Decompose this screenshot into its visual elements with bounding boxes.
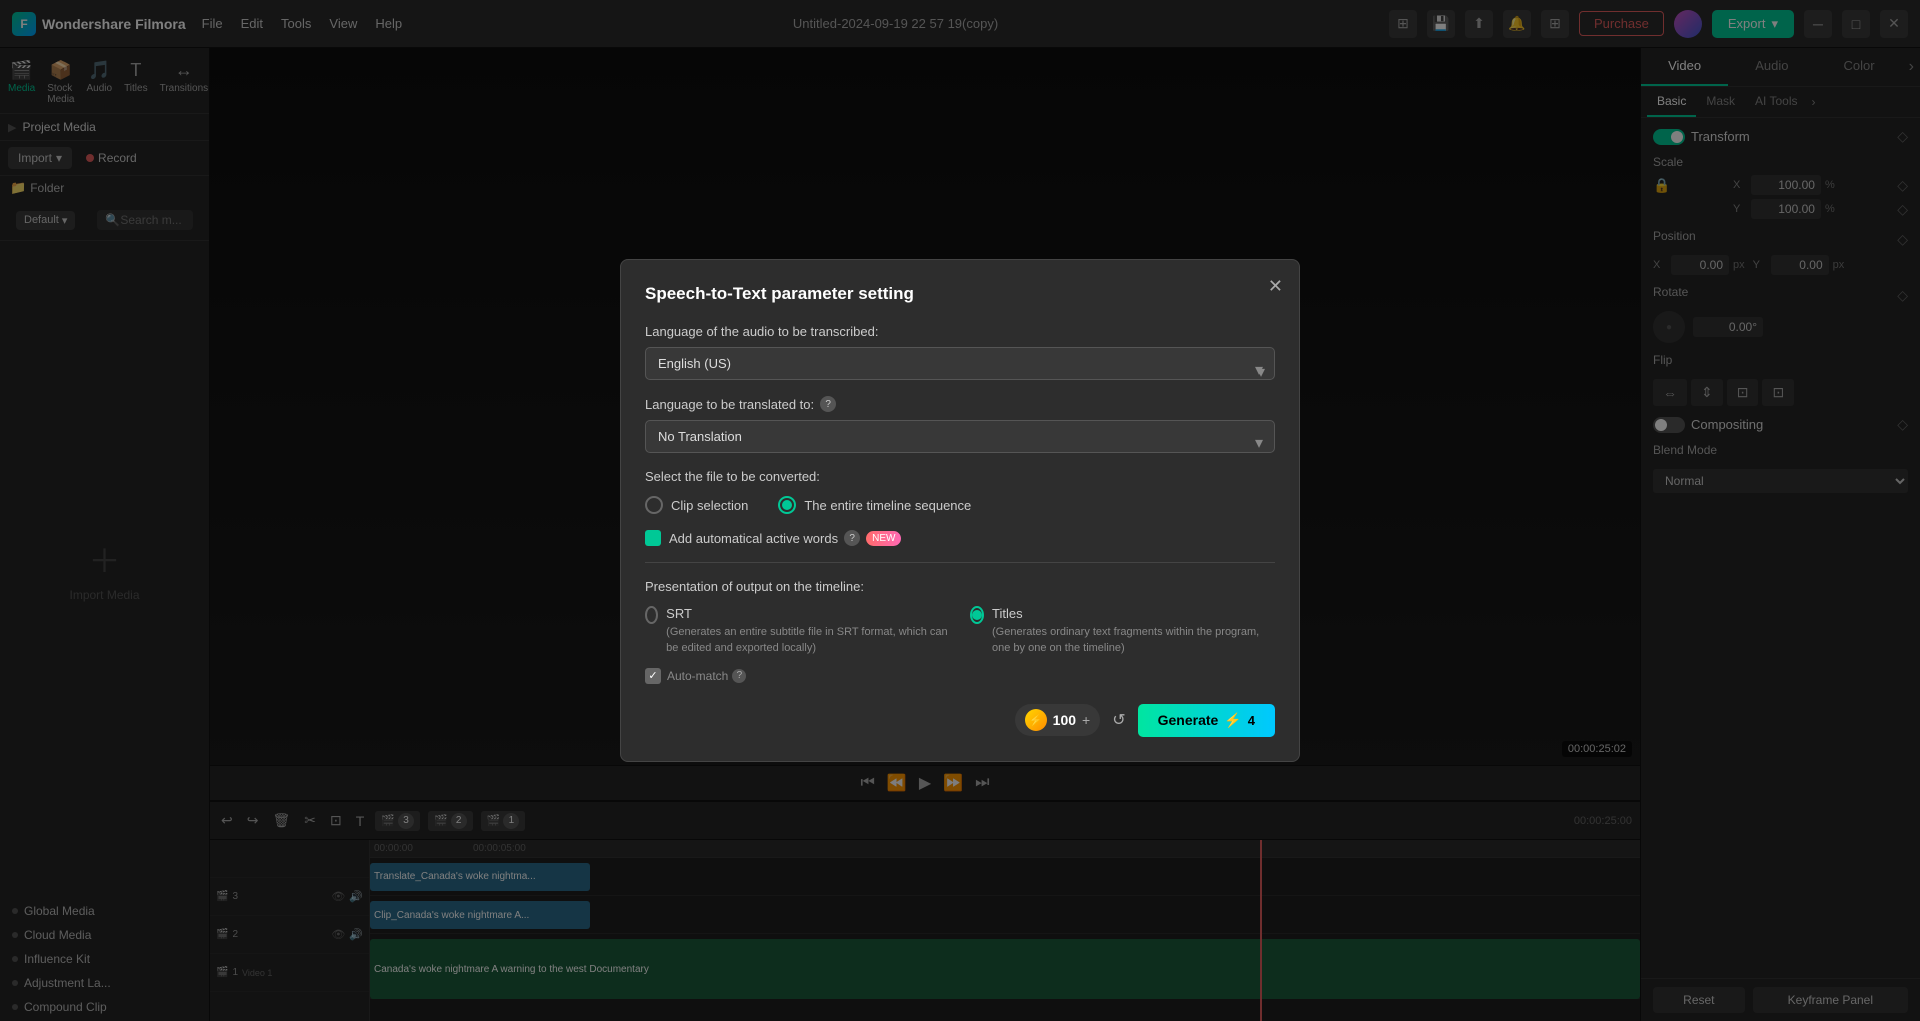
divider [645, 562, 1275, 563]
srt-option[interactable]: SRT (Generates an entire subtitle file i… [645, 606, 950, 656]
auto-match-info: ? [732, 669, 746, 683]
timeline-sequence-option[interactable]: The entire timeline sequence [778, 496, 971, 514]
file-label: Select the file to be converted: [645, 469, 1275, 484]
lang-label: Language of the audio to be transcribed: [645, 324, 1275, 339]
translate-label: Language to be translated to: ? [645, 396, 1275, 412]
titles-option-col: Titles (Generates ordinary text fragment… [970, 606, 1275, 656]
auto-match-checkbox[interactable]: ✓ [645, 668, 661, 684]
modal-footer: ⚡ 100 + ↺ Generate ⚡ 4 [645, 704, 1275, 737]
credit-display: ⚡ 100 + [1015, 704, 1101, 736]
presentation-label: Presentation of output on the timeline: [645, 579, 1275, 594]
generate-button[interactable]: Generate ⚡ 4 [1138, 704, 1275, 737]
modal-close-button[interactable]: ✕ [1268, 276, 1283, 297]
translate-select[interactable]: No Translation [645, 420, 1275, 453]
language-select[interactable]: English (US) [645, 347, 1275, 380]
auto-words-info: ? [844, 530, 860, 546]
auto-match-label: Auto-match ? [667, 669, 746, 683]
generate-bolt-icon: ⚡ [1224, 712, 1241, 729]
new-badge: NEW [866, 531, 901, 546]
modal-overlay: Speech-to-Text parameter setting ✕ Langu… [0, 0, 1920, 1021]
file-radio-group: Clip selection The entire timeline seque… [645, 496, 1275, 514]
auto-words-label: Add automatical active words ? NEW [669, 530, 901, 546]
refresh-button[interactable]: ↺ [1112, 710, 1125, 730]
timeline-sequence-radio[interactable] [778, 496, 796, 514]
clip-selection-option[interactable]: Clip selection [645, 496, 748, 514]
presentation-radio-cols: SRT (Generates an entire subtitle file i… [645, 606, 1275, 656]
clip-selection-radio[interactable] [645, 496, 663, 514]
auto-words-checkbox[interactable] [645, 530, 661, 546]
srt-option-col: SRT (Generates an entire subtitle file i… [645, 606, 950, 656]
auto-match-row: ✓ Auto-match ? [645, 668, 1275, 684]
credit-plus-btn[interactable]: + [1082, 712, 1090, 728]
auto-words-row: Add automatical active words ? NEW [645, 530, 1275, 546]
titles-option[interactable]: Titles (Generates ordinary text fragment… [970, 606, 1275, 656]
srt-radio[interactable] [645, 606, 658, 624]
credit-icon: ⚡ [1025, 709, 1047, 731]
translate-info-icon: ? [820, 396, 836, 412]
titles-radio[interactable] [970, 606, 984, 624]
speech-to-text-modal: Speech-to-Text parameter setting ✕ Langu… [620, 259, 1300, 762]
modal-title: Speech-to-Text parameter setting [645, 284, 1275, 304]
